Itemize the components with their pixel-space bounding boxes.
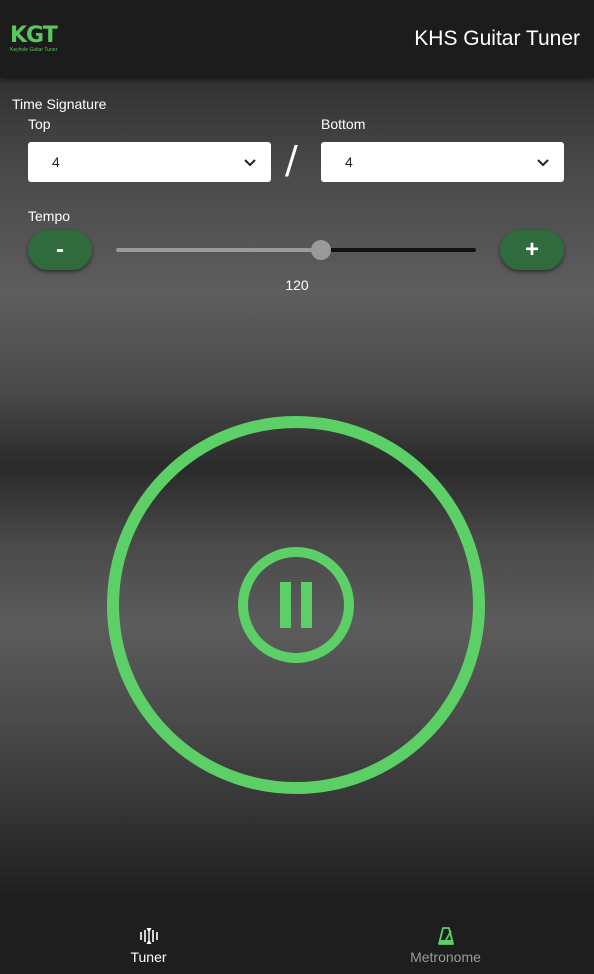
time-signature-label: Time Signature [12,96,107,112]
app-title: KHS Guitar Tuner [414,27,580,50]
tempo-value: 120 [285,277,309,293]
pause-icon-bar-right [301,582,312,628]
nav-item-metronome[interactable]: Metronome [297,910,594,974]
time-signature-separator: / [285,138,298,182]
nav-label-tuner: Tuner [130,948,167,965]
chevron-down-icon [244,159,256,167]
app-bar: KGT Keyhole Guitar Tuner KHS Guitar Tune… [0,0,594,78]
tempo-label: Tempo [28,208,71,224]
tempo-slider-thumb[interactable] [311,240,332,260]
top-select-value: 4 [52,154,60,170]
pause-button[interactable] [238,547,354,663]
bottom-select[interactable]: 4 [321,142,564,182]
waveform-icon [139,927,158,944]
tempo-decrement-button[interactable]: - [28,230,92,270]
metronome-icon [437,926,454,945]
logo-text: KGT [10,23,58,48]
pause-icon-bar-left [280,582,291,628]
app-logo: KGT Keyhole Guitar Tuner [10,22,70,56]
tempo-slider[interactable] [116,240,476,260]
tempo-slider-fill [116,248,322,252]
bottom-select-value: 4 [345,154,353,170]
bottom-label: Bottom [321,116,366,132]
chevron-down-icon [537,159,549,167]
bottom-nav: Tuner Metronome [0,910,594,974]
logo-subtext: Keyhole Guitar Tuner [10,47,58,53]
tempo-increment-button[interactable]: + [500,230,564,270]
nav-label-metronome: Metronome [410,948,481,965]
top-select[interactable]: 4 [28,142,271,182]
top-label: Top [28,116,51,132]
nav-item-tuner[interactable]: Tuner [0,910,297,974]
